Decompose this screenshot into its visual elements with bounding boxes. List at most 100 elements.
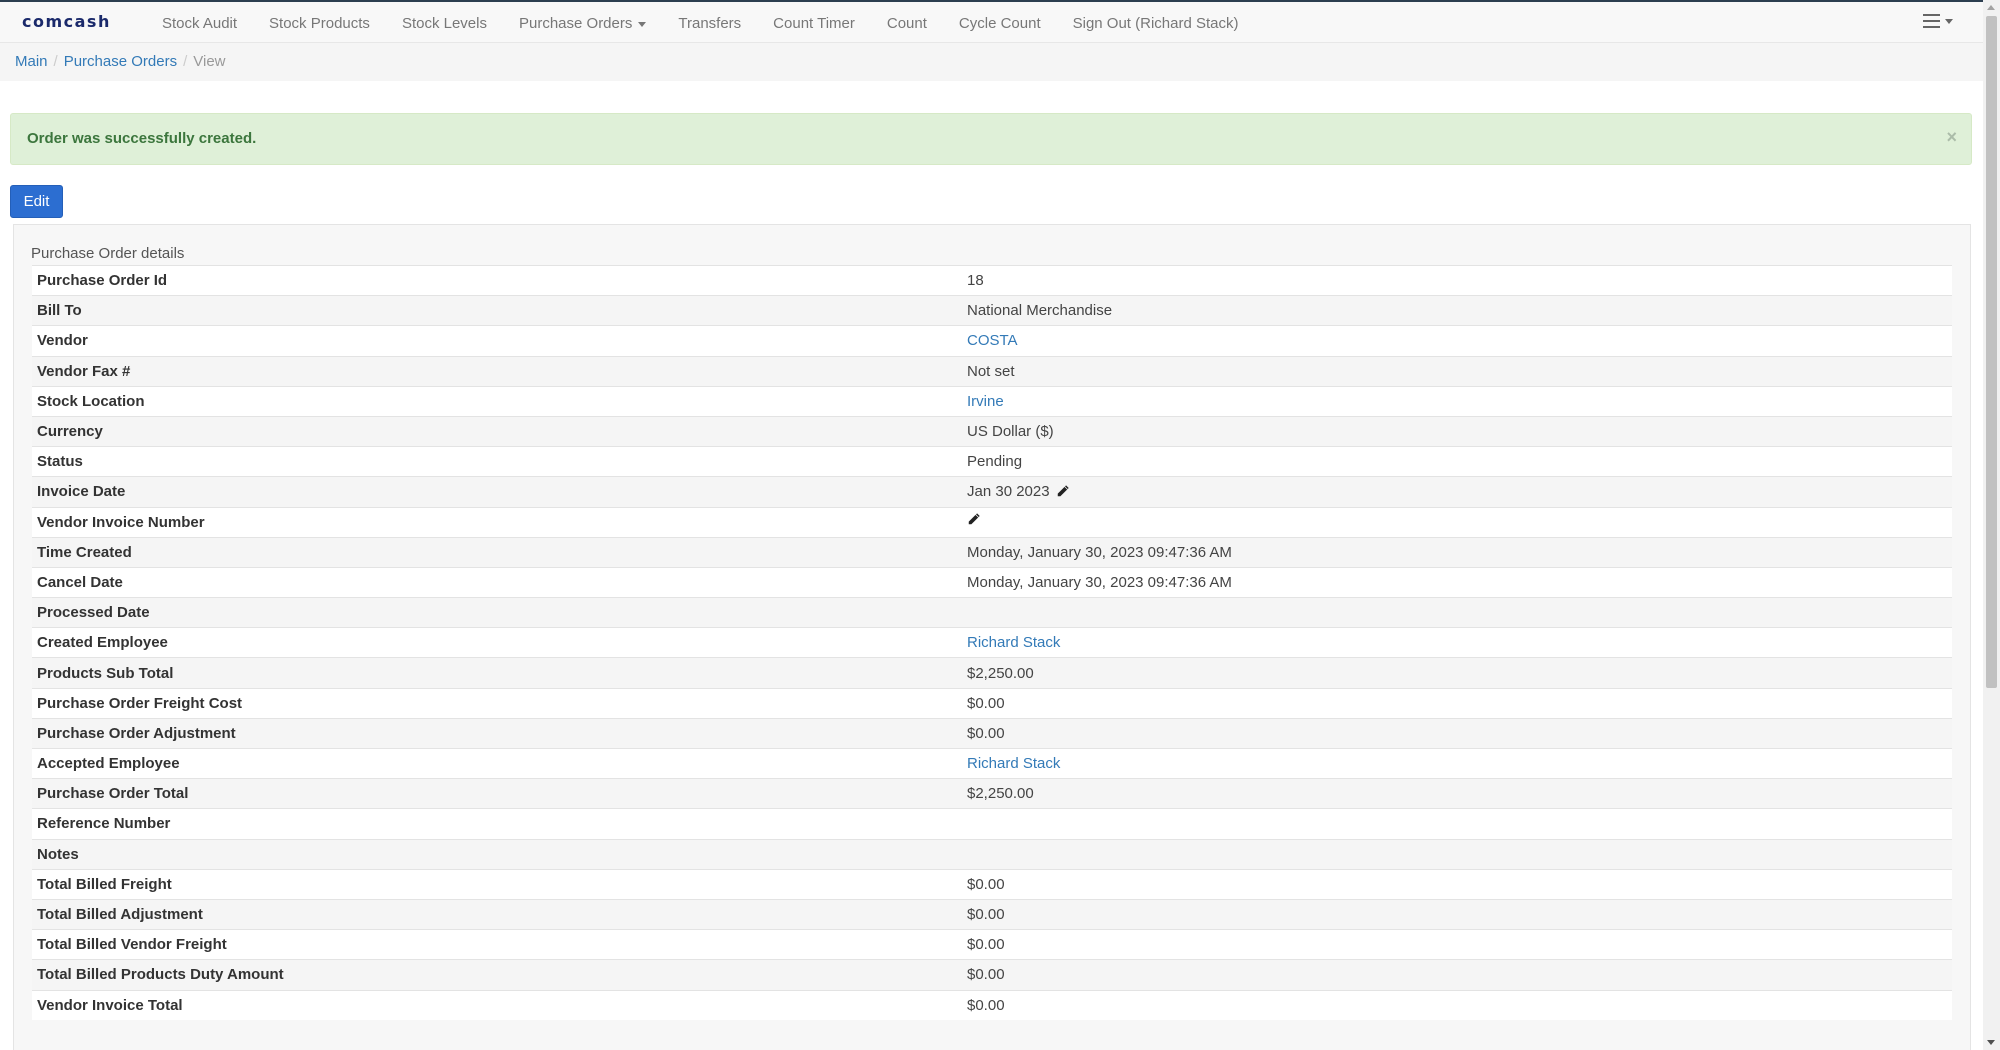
row-value-time-created: Monday, January 30, 2023 09:47:36 AM bbox=[962, 536, 1952, 568]
hamburger-menu-icon bbox=[1923, 14, 1940, 28]
row-value-total-billed-adjustment: $0.00 bbox=[962, 898, 1952, 930]
table-row: Vendor Invoice Total $0.00 bbox=[32, 989, 1952, 1021]
row-label-cancel-date: Cancel Date bbox=[32, 566, 962, 598]
breadcrumb-separator: / bbox=[183, 53, 188, 70]
row-label-freight-cost: Purchase Order Freight Cost bbox=[32, 687, 962, 719]
table-row: Status Pending bbox=[32, 446, 1952, 477]
table-row: Created Employee Richard Stack bbox=[32, 627, 1952, 658]
panel-title: Purchase Order details bbox=[31, 245, 185, 262]
breadcrumb-current: View bbox=[193, 53, 226, 70]
nav-purchase-orders-dropdown[interactable]: Purchase Orders bbox=[503, 15, 662, 32]
breadcrumb-main[interactable]: Main bbox=[15, 53, 48, 70]
row-value-stock-location-cell: Irvine bbox=[962, 385, 1952, 417]
row-value-cancel-date: Monday, January 30, 2023 09:47:36 AM bbox=[962, 566, 1952, 598]
scroll-up-arrow-icon[interactable] bbox=[1987, 5, 1995, 10]
row-value-vendor-cell: COSTA bbox=[962, 325, 1952, 357]
table-row: Stock Location Irvine bbox=[32, 385, 1952, 417]
nav-stock-levels[interactable]: Stock Levels bbox=[386, 15, 503, 32]
accepted-employee-link[interactable]: Richard Stack bbox=[967, 755, 1060, 772]
table-row: Purchase Order Freight Cost $0.00 bbox=[32, 687, 1952, 719]
comcash-logo[interactable]: comcash bbox=[22, 12, 111, 31]
table-row: Total Billed Adjustment $0.00 bbox=[32, 898, 1952, 930]
row-label-currency: Currency bbox=[32, 415, 962, 447]
row-label-notes: Notes bbox=[32, 838, 962, 870]
edit-button[interactable]: Edit bbox=[10, 185, 63, 218]
nav-stock-products[interactable]: Stock Products bbox=[253, 15, 386, 32]
created-employee-link[interactable]: Richard Stack bbox=[967, 634, 1060, 651]
table-row: Vendor Invoice Number bbox=[32, 506, 1952, 538]
table-row: Currency US Dollar ($) bbox=[32, 415, 1952, 447]
purchase-order-details-panel: Purchase Order details Purchase Order Id… bbox=[13, 224, 1971, 1050]
alert-message: Order was successfully created. bbox=[27, 130, 257, 147]
row-value-processed-date bbox=[962, 597, 1952, 628]
alert-close-button[interactable]: × bbox=[1946, 114, 1957, 160]
row-label-products-sub-total: Products Sub Total bbox=[32, 657, 962, 689]
nav-stock-audit[interactable]: Stock Audit bbox=[146, 15, 253, 32]
row-value-total-billed-duty: $0.00 bbox=[962, 959, 1952, 990]
row-value-created-employee-cell: Richard Stack bbox=[962, 627, 1952, 658]
table-row: Purchase Order Adjustment $0.00 bbox=[32, 717, 1952, 749]
row-value-vendor-invoice-total: $0.00 bbox=[962, 989, 1952, 1021]
row-value-purchase-order-id: 18 bbox=[962, 264, 1952, 296]
nav-transfers[interactable]: Transfers bbox=[662, 15, 757, 32]
row-label-total-billed-adjustment: Total Billed Adjustment bbox=[32, 898, 962, 930]
row-label-bill-to: Bill To bbox=[32, 295, 962, 326]
table-row: Vendor Fax # Not set bbox=[32, 355, 1952, 387]
stock-location-link[interactable]: Irvine bbox=[967, 393, 1004, 410]
row-value-total-billed-vendor-freight: $0.00 bbox=[962, 929, 1952, 960]
vendor-link[interactable]: COSTA bbox=[967, 332, 1018, 349]
pencil-edit-icon[interactable] bbox=[1056, 484, 1070, 498]
scrollbar-thumb[interactable] bbox=[1986, 16, 1997, 688]
nav-cycle-count[interactable]: Cycle Count bbox=[943, 15, 1057, 32]
row-label-order-adjustment: Purchase Order Adjustment bbox=[32, 717, 962, 749]
row-label-total-billed-freight: Total Billed Freight bbox=[32, 868, 962, 900]
details-table: Purchase Order Id 18 Bill To National Me… bbox=[32, 264, 1952, 1021]
table-row: Notes bbox=[32, 838, 1952, 870]
row-value-bill-to: National Merchandise bbox=[962, 295, 1952, 326]
table-row: Products Sub Total $2,250.00 bbox=[32, 657, 1952, 689]
row-label-total-billed-vendor-freight: Total Billed Vendor Freight bbox=[32, 929, 962, 960]
top-navbar: comcash Stock Audit Stock Products Stock… bbox=[0, 0, 1983, 43]
row-value-invoice-date-cell: Jan 30 2023 bbox=[962, 476, 1952, 507]
table-row: Time Created Monday, January 30, 2023 09… bbox=[32, 536, 1952, 568]
nav-sign-out[interactable]: Sign Out (Richard Stack) bbox=[1057, 15, 1255, 32]
pencil-edit-icon[interactable] bbox=[967, 512, 981, 526]
table-row: Total Billed Vendor Freight $0.00 bbox=[32, 929, 1952, 960]
hamburger-menu-button[interactable] bbox=[1923, 14, 1953, 28]
nav-menu: Stock Audit Stock Products Stock Levels … bbox=[146, 2, 1255, 45]
table-row: Accepted Employee Richard Stack bbox=[32, 747, 1952, 779]
row-label-created-employee: Created Employee bbox=[32, 627, 962, 658]
table-row: Reference Number bbox=[32, 808, 1952, 840]
row-value-order-adjustment: $0.00 bbox=[962, 717, 1952, 749]
row-value-vendor-fax: Not set bbox=[962, 355, 1952, 387]
table-row: Total Billed Products Duty Amount $0.00 bbox=[32, 959, 1952, 990]
table-row: Processed Date bbox=[32, 597, 1952, 628]
page-scrollbar[interactable] bbox=[1983, 0, 2000, 1050]
row-value-freight-cost: $0.00 bbox=[962, 687, 1952, 719]
breadcrumb-purchase-orders[interactable]: Purchase Orders bbox=[64, 53, 177, 70]
success-alert: Order was successfully created. × bbox=[10, 113, 1972, 165]
row-value-order-total: $2,250.00 bbox=[962, 778, 1952, 809]
row-value-notes bbox=[962, 838, 1952, 870]
table-row: Invoice Date Jan 30 2023 bbox=[32, 476, 1952, 507]
invoice-date-value: Jan 30 2023 bbox=[967, 483, 1050, 501]
nav-count[interactable]: Count bbox=[871, 15, 943, 32]
row-value-currency: US Dollar ($) bbox=[962, 415, 1952, 447]
nav-count-timer[interactable]: Count Timer bbox=[757, 15, 871, 32]
row-value-total-billed-freight: $0.00 bbox=[962, 868, 1952, 900]
row-value-accepted-employee-cell: Richard Stack bbox=[962, 747, 1952, 779]
table-row: Purchase Order Id 18 bbox=[32, 264, 1952, 296]
row-label-status: Status bbox=[32, 446, 962, 477]
row-label-vendor-fax: Vendor Fax # bbox=[32, 355, 962, 387]
table-row: Purchase Order Total $2,250.00 bbox=[32, 778, 1952, 809]
nav-purchase-orders-label: Purchase Orders bbox=[518, 15, 633, 32]
row-label-time-created: Time Created bbox=[32, 536, 962, 568]
row-label-order-total: Purchase Order Total bbox=[32, 778, 962, 809]
table-row: Cancel Date Monday, January 30, 2023 09:… bbox=[32, 566, 1952, 598]
row-value-products-sub-total: $2,250.00 bbox=[962, 657, 1952, 689]
row-label-invoice-date: Invoice Date bbox=[32, 476, 962, 507]
scroll-down-arrow-icon[interactable] bbox=[1987, 1040, 1995, 1045]
row-value-status: Pending bbox=[962, 446, 1952, 477]
table-row: Total Billed Freight $0.00 bbox=[32, 868, 1952, 900]
row-label-total-billed-duty: Total Billed Products Duty Amount bbox=[32, 959, 962, 990]
